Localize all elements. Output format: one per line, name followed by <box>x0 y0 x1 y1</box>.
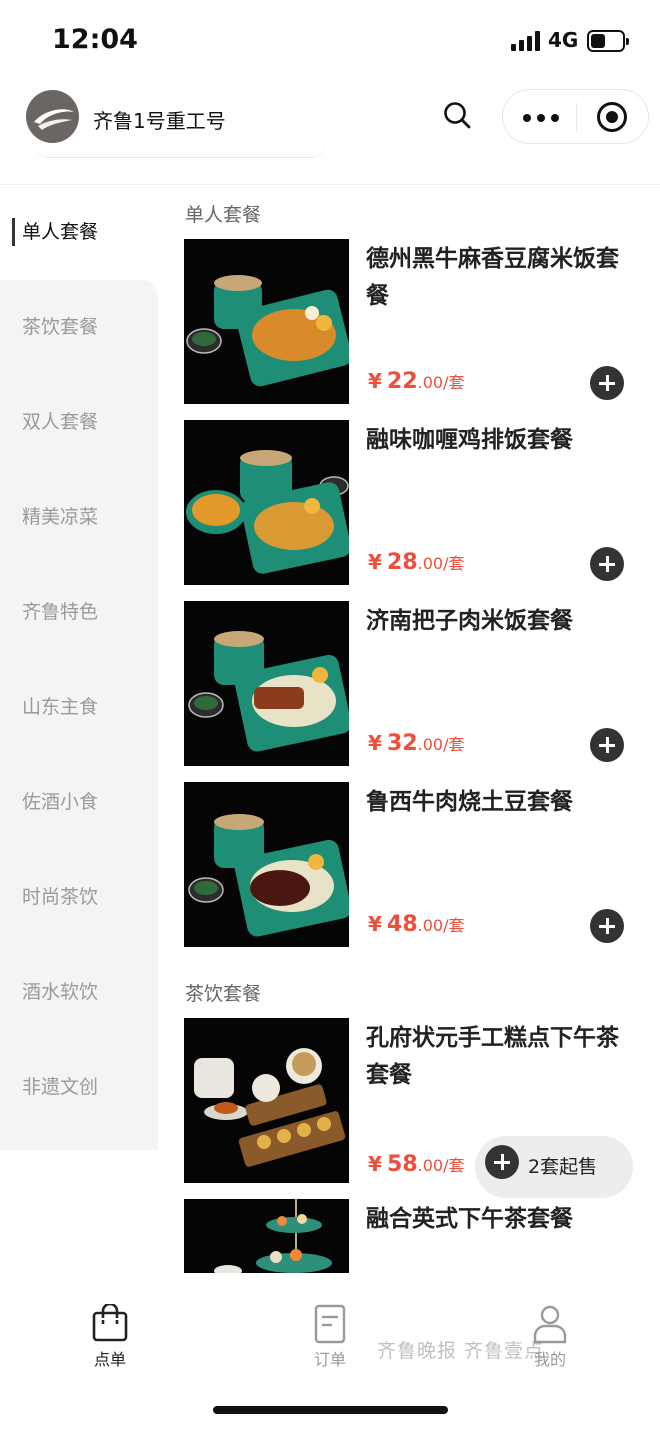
product-image <box>184 782 349 947</box>
product-price: ¥ 22.00/套 <box>368 369 465 394</box>
search-icon[interactable] <box>440 98 476 134</box>
category-label: 时尚茶饮 <box>22 886 99 908</box>
product-item[interactable]: 济南把子肉米饭套餐 ¥ 32.00/套 <box>184 601 640 766</box>
add-to-cart-button[interactable] <box>590 728 624 762</box>
product-image <box>184 239 349 404</box>
add-to-cart-button[interactable] <box>590 909 624 943</box>
signal-icon <box>511 31 541 51</box>
category-sidebar: 单人套餐 茶饮套餐 双人套餐 精美凉菜 齐鲁特色 山东主食 佐酒小食 时尚茶饮 … <box>0 185 158 1150</box>
category-label: 精美凉菜 <box>22 506 99 528</box>
tab-label: 订单 <box>313 1350 346 1369</box>
app-logo <box>26 90 79 143</box>
app-name: 齐鲁1号重工号 <box>93 109 226 133</box>
add-to-cart-button[interactable] <box>590 366 624 400</box>
min-order-add-button[interactable]: 2套起售 <box>475 1136 633 1198</box>
close-target-icon[interactable] <box>597 102 627 132</box>
product-name: 融味咖喱鸡排饭套餐 <box>366 427 573 453</box>
product-item[interactable]: 德州黑牛麻香豆腐米饭套餐 ¥ 22.00/套 <box>184 239 640 404</box>
app-header: 齐鲁1号重工号 <box>0 80 660 184</box>
category-item-active[interactable]: 单人套餐 <box>0 185 158 280</box>
section-title: 茶饮套餐 <box>185 983 262 1005</box>
status-time: 12:04 <box>52 24 138 55</box>
product-price: ¥ 28.00/套 <box>368 550 465 575</box>
home-indicator[interactable] <box>213 1406 448 1414</box>
product-item[interactable]: 鲁西牛肉烧土豆套餐 ¥ 48.00/套 <box>184 782 640 947</box>
category-item[interactable]: 时尚茶饮 <box>0 850 158 945</box>
network-type: 4G <box>548 28 579 52</box>
product-name: 孔府状元手工糕点下午茶套餐 <box>366 1025 619 1088</box>
battery-icon <box>587 30 629 52</box>
shopping-bag-icon <box>92 1304 128 1342</box>
product-name: 融合英式下午茶套餐 <box>366 1206 573 1232</box>
product-image <box>184 1018 349 1183</box>
tab-label: 点单 <box>93 1350 126 1369</box>
category-label: 佐酒小食 <box>22 791 99 813</box>
category-label: 酒水软饮 <box>22 981 99 1003</box>
category-item[interactable]: 齐鲁特色 <box>0 565 158 660</box>
min-order-label: 2套起售 <box>528 1156 598 1178</box>
category-item[interactable]: 佐酒小食 <box>0 755 158 850</box>
tab-orders[interactable]: 订单 <box>285 1288 375 1369</box>
more-icon[interactable] <box>521 102 561 132</box>
category-label: 茶饮套餐 <box>22 316 99 338</box>
header-shadow-edge <box>35 144 325 158</box>
product-price: ¥ 32.00/套 <box>368 731 465 756</box>
category-item[interactable]: 酒水软饮 <box>0 945 158 1040</box>
category-item[interactable]: 山东主食 <box>0 660 158 755</box>
miniprogram-capsule <box>502 89 649 144</box>
product-image <box>184 420 349 585</box>
product-item[interactable]: 融味咖喱鸡排饭套餐 ¥ 28.00/套 <box>184 420 640 585</box>
category-item[interactable]: 茶饮套餐 <box>0 280 158 375</box>
category-label: 齐鲁特色 <box>22 601 99 623</box>
product-image <box>184 601 349 766</box>
category-item[interactable]: 精美凉菜 <box>0 470 158 565</box>
category-label: 双人套餐 <box>22 411 99 433</box>
section-title: 单人套餐 <box>185 204 262 226</box>
product-name: 济南把子肉米饭套餐 <box>366 608 573 634</box>
product-price: ¥ 48.00/套 <box>368 912 465 937</box>
category-item[interactable]: 非遗文创 <box>0 1040 158 1135</box>
category-label: 非遗文创 <box>22 1076 99 1098</box>
product-name: 鲁西牛肉烧土豆套餐 <box>366 789 573 815</box>
category-label: 单人套餐 <box>22 221 99 243</box>
product-item[interactable]: 融合英式下午茶套餐 <box>184 1199 640 1273</box>
document-icon <box>314 1304 346 1344</box>
battery-level <box>591 34 605 48</box>
watermark: 齐鲁晚报 齐鲁壹点 <box>377 1340 545 1362</box>
add-to-cart-button[interactable] <box>590 547 624 581</box>
status-bar: 12:04 4G <box>0 0 660 80</box>
category-item[interactable]: 双人套餐 <box>0 375 158 470</box>
tab-order-menu[interactable]: 点单 <box>65 1288 155 1369</box>
add-to-cart-button[interactable] <box>485 1145 519 1179</box>
product-image <box>184 1199 349 1273</box>
product-name: 德州黑牛麻香豆腐米饭套餐 <box>366 246 619 309</box>
product-price: ¥ 58.00/套 <box>368 1152 465 1177</box>
category-label: 山东主食 <box>22 696 99 718</box>
